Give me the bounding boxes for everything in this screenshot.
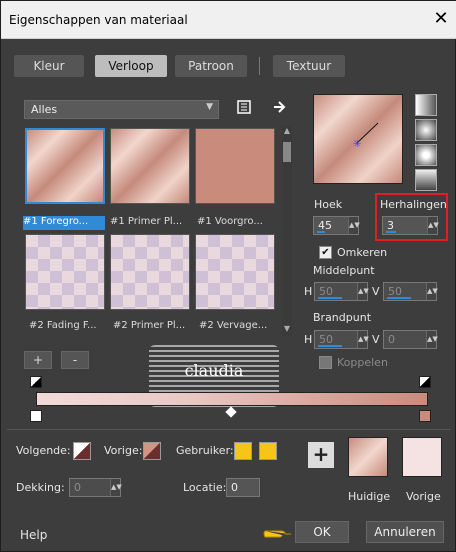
pointing-hand-icon <box>263 530 291 538</box>
tab-textuur[interactable]: Textuur <box>273 55 345 77</box>
category-dropdown[interactable]: Alles ▼ <box>24 100 219 119</box>
gradient-thumb[interactable] <box>25 234 105 310</box>
tab-kleur[interactable]: Kleur <box>14 55 84 77</box>
hoek-input[interactable]: 45 ▲▼ <box>313 216 360 235</box>
gradient-label: #2 Primer Pl... <box>113 320 186 331</box>
brandpunt-v-label: V <box>372 333 380 346</box>
gradient-editor-bar[interactable] <box>36 392 428 406</box>
watermark-text: claudia <box>184 361 244 380</box>
gradient-thumb[interactable] <box>110 128 190 204</box>
gebruiker-swatch-2[interactable] <box>259 442 277 460</box>
close-icon[interactable]: ✕ <box>429 7 453 31</box>
window-title: Eigenschappen van materiaal <box>9 13 188 27</box>
tab-verloop[interactable]: Verloop <box>95 55 167 77</box>
middelpunt-h-input[interactable]: 50 ▲▼ <box>314 282 369 301</box>
middelpunt-v-input[interactable]: 50 ▲▼ <box>383 282 438 301</box>
gradient-label: #2 Fading F... <box>29 320 97 331</box>
dekking-input[interactable]: 0 ▲▼ <box>69 478 122 497</box>
gradient-thumb[interactable] <box>110 234 190 310</box>
color-stop-left[interactable] <box>30 410 42 422</box>
midpoint-marker[interactable] <box>225 406 237 418</box>
gradient-label: #1 Primer Pl... <box>110 216 183 227</box>
sunburst-style-button[interactable] <box>415 144 437 166</box>
svg-text:✳: ✳ <box>353 139 361 150</box>
omkeren-label: Omkeren <box>337 246 388 259</box>
previous-gradient-swatch[interactable] <box>402 437 442 477</box>
middelpunt-label: Middelpunt <box>313 264 375 277</box>
scroll-thumb[interactable] <box>283 142 291 162</box>
gebruiker-swatch-1[interactable] <box>234 442 252 460</box>
koppelen-checkbox[interactable] <box>319 356 332 369</box>
koppelen-label: Koppelen <box>337 356 388 369</box>
divider <box>7 429 451 430</box>
spin-arrows-icon[interactable]: ▲▼ <box>357 331 369 348</box>
hoek-label: Hoek <box>314 198 343 211</box>
remove-stop-button[interactable]: - <box>61 351 89 369</box>
category-value: Alles <box>31 103 58 116</box>
tab-separator <box>259 57 260 75</box>
spin-arrows-icon[interactable]: ▲▼ <box>426 331 438 348</box>
material-properties-dialog: Eigenschappen van materiaal ✕ Kleur Verl… <box>0 0 456 552</box>
chevron-down-icon: ▼ <box>206 102 213 112</box>
arrow-right-icon[interactable] <box>271 99 289 117</box>
add-stop-button[interactable]: + <box>24 351 52 369</box>
spin-arrows-icon[interactable]: ▲▼ <box>357 283 369 300</box>
middelpunt-h-label: H <box>304 285 313 298</box>
middelpunt-v-label: V <box>372 285 380 298</box>
omkeren-checkbox[interactable]: ✔ <box>319 246 332 259</box>
gradient-thumb[interactable] <box>195 128 275 204</box>
vorige-swatch-label: Vorige <box>406 490 441 503</box>
spin-arrows-icon[interactable]: ▲▼ <box>426 283 438 300</box>
gradient-thumb[interactable] <box>195 234 275 310</box>
radial-style-button[interactable] <box>415 169 437 191</box>
spin-arrows-icon[interactable]: ▲▼ <box>110 479 122 496</box>
locatie-input[interactable]: 0 <box>226 478 260 497</box>
scroll-up-icon[interactable]: ▲ <box>282 126 292 138</box>
opacity-stop-left[interactable] <box>30 376 42 388</box>
gradient-label: #2 Vervage... <box>199 320 268 331</box>
vorige-swatch[interactable] <box>143 442 161 460</box>
volgende-swatch[interactable] <box>73 442 91 460</box>
tab-patroon[interactable]: Patroon <box>175 55 247 77</box>
dekking-label: Dekking: <box>16 481 65 494</box>
linear-style-button[interactable] <box>415 94 437 116</box>
locatie-label: Locatie: <box>183 481 227 494</box>
scroll-down-icon[interactable]: ▼ <box>282 324 292 336</box>
current-gradient-swatch[interactable] <box>348 437 388 477</box>
rectangular-style-button[interactable] <box>415 119 437 141</box>
volgende-label: Volgende: <box>16 444 71 457</box>
spin-arrows-icon[interactable]: ▲▼ <box>427 217 439 234</box>
library-scrollbar[interactable]: ▲ ▼ <box>282 126 292 336</box>
ok-button[interactable]: OK <box>295 521 349 543</box>
spin-arrows-icon[interactable]: ▲▼ <box>348 217 360 234</box>
brandpunt-h-input[interactable]: 50 ▲▼ <box>314 330 369 349</box>
gradient-thumb[interactable] <box>25 128 105 204</box>
brandpunt-label: Brandpunt <box>313 311 372 324</box>
vorige-label: Vorige: <box>104 444 143 457</box>
title-bar: Eigenschappen van materiaal ✕ <box>1 1 456 39</box>
add-to-library-button[interactable]: + <box>308 442 334 468</box>
annuleren-button[interactable]: Annuleren <box>366 521 444 543</box>
opacity-stop-right[interactable] <box>419 376 431 388</box>
gradient-preview[interactable]: ✳ <box>313 94 403 184</box>
brandpunt-v-input[interactable]: 0 ▲▼ <box>383 330 438 349</box>
help-link[interactable]: Help <box>20 528 47 542</box>
huidige-label: Huidige <box>348 490 391 503</box>
herhalingen-label: Herhalingen <box>380 198 447 211</box>
gradient-library: #1 Foregro... #1 Primer Pl... #1 Voorgro… <box>23 126 279 336</box>
gebruiker-label: Gebruiker: <box>176 444 234 457</box>
gradient-label: #1 Voorgro... <box>197 216 263 227</box>
color-stop-right[interactable] <box>419 410 431 422</box>
brandpunt-h-label: H <box>304 333 313 346</box>
book-icon[interactable] <box>235 99 253 117</box>
gradient-label: #1 Foregro... <box>23 216 105 230</box>
herhalingen-input[interactable]: 3 ▲▼ <box>382 216 439 235</box>
